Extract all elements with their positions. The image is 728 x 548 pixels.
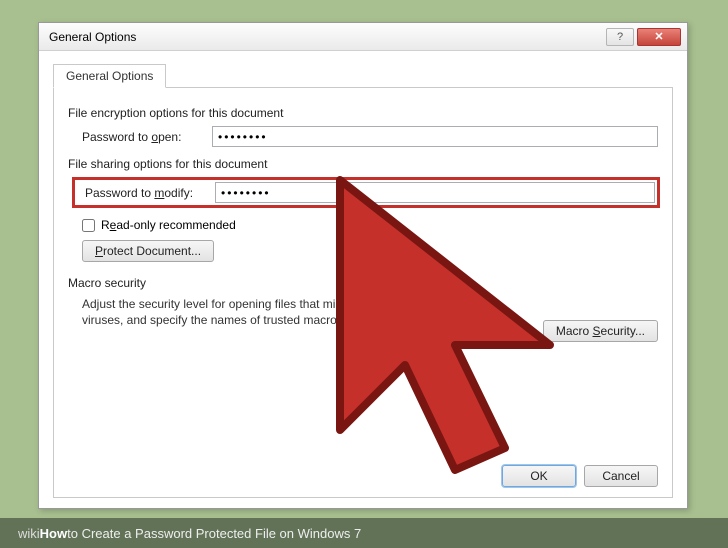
password-open-row: Password to open: [82, 126, 658, 147]
encryption-group-label: File encryption options for this documen… [68, 106, 658, 120]
password-modify-input[interactable] [215, 182, 655, 203]
cancel-button[interactable]: Cancel [584, 465, 658, 487]
macro-description: Adjust the security level for opening fi… [82, 296, 462, 328]
titlebar: General Options ? ✕ [39, 23, 687, 51]
general-options-dialog: General Options ? ✕ General Options File… [38, 22, 688, 509]
tab-panel: File encryption options for this documen… [53, 88, 673, 498]
tab-strip: General Options [53, 63, 673, 88]
protect-document-button[interactable]: Protect Document... [82, 240, 214, 262]
dialog-title: General Options [49, 30, 136, 44]
password-modify-row: Password to modify: [72, 177, 660, 208]
ok-button[interactable]: OK [502, 465, 576, 487]
caption-wiki: wiki [18, 526, 40, 541]
caption-how: How [40, 526, 67, 541]
help-button[interactable]: ? [606, 28, 634, 46]
macro-security-button[interactable]: Macro Security... [543, 320, 658, 342]
close-button[interactable]: ✕ [637, 28, 681, 46]
readonly-row: Read-only recommended [82, 218, 658, 232]
readonly-checkbox[interactable] [82, 219, 95, 232]
tab-general-options[interactable]: General Options [53, 64, 166, 88]
dialog-footer: OK Cancel [502, 465, 658, 487]
password-open-input[interactable] [212, 126, 658, 147]
password-open-label: Password to open: [82, 130, 212, 144]
sharing-group-label: File sharing options for this document [68, 157, 658, 171]
caption-text: to Create a Password Protected File on W… [67, 526, 361, 541]
readonly-label: Read-only recommended [101, 218, 236, 232]
macro-group-label: Macro security [68, 276, 658, 290]
caption-bar: wikiHow to Create a Password Protected F… [0, 518, 728, 548]
password-modify-label: Password to modify: [85, 186, 215, 200]
